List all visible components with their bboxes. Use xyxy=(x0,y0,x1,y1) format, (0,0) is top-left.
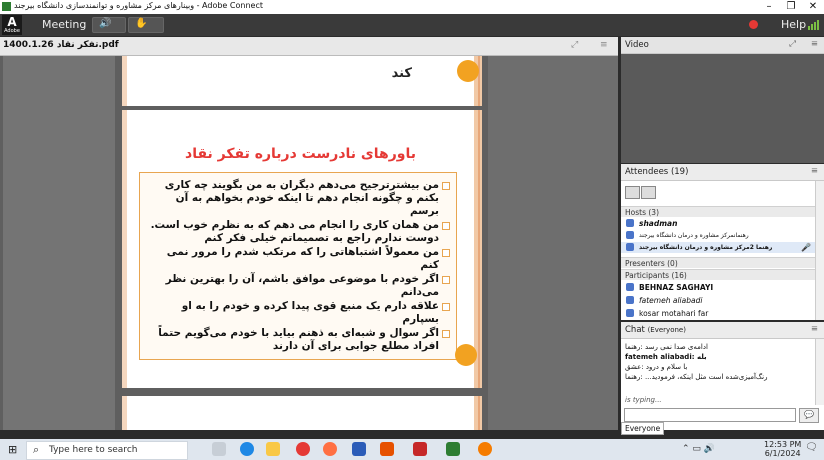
attendee-row[interactable]: fatemeh aliabadi xyxy=(621,295,816,306)
participant-icon xyxy=(626,309,634,317)
adobe-logo: A Adobe xyxy=(2,15,22,35)
search-icon: ⌕ xyxy=(33,443,40,456)
raise-hand-icon: ✋ xyxy=(135,18,148,29)
chat-tab-everyone[interactable]: Everyone xyxy=(621,422,665,435)
pod-menu-icon[interactable]: ≡ xyxy=(600,40,608,50)
windows-taskbar: ⊞ ⌕ Type here to search ⌃ ▭ 🔊 12:53 PM 6… xyxy=(0,439,824,460)
video-pod-title: Video xyxy=(625,40,649,50)
adobe-connect-taskbar-icon[interactable] xyxy=(446,442,460,456)
chat-messages: ادامه‌ی صدا نمی ‌رسد :رهنما fatemeh alia… xyxy=(625,342,811,382)
clock[interactable]: 12:53 PM 6/1/2024 xyxy=(764,440,801,458)
attendee-row[interactable]: رهنمانمرکز مشاوره و درمان دانشگاه بیرجند xyxy=(621,230,816,241)
host-icon xyxy=(626,219,634,227)
participant-icon xyxy=(626,296,634,304)
chat-input[interactable] xyxy=(624,408,796,422)
hosts-group[interactable]: Hosts (3) xyxy=(621,206,816,217)
document-page: باورهای نادرست درباره تفکر نقاد من بیشتر… xyxy=(122,110,482,388)
acrobat-icon[interactable] xyxy=(413,442,427,456)
speaker-icon: 🔊 xyxy=(99,18,112,29)
close-button[interactable]: ✕ xyxy=(802,0,824,14)
chat-title: Chat (Everyone) xyxy=(625,325,686,335)
chat-scrollbar[interactable] xyxy=(815,339,824,405)
speaker-button[interactable]: 🔊 xyxy=(92,17,126,33)
search-placeholder: Type here to search xyxy=(49,445,138,455)
powerpoint-icon[interactable] xyxy=(380,442,394,456)
participant-icon xyxy=(626,283,634,291)
file-explorer-icon[interactable] xyxy=(266,442,280,456)
chat-message: رنگ‌آمیزی‌شده است مثل اینکه، فرمودید... … xyxy=(625,373,768,381)
attendees-pod-header: Attendees (19) ≡ xyxy=(621,164,824,181)
edge-icon[interactable] xyxy=(240,442,254,456)
window-title: وبینارهای مرکز مشاوره و توانمندسازی دانش… xyxy=(14,1,263,10)
chat-pod-header: Chat (Everyone) ≡ xyxy=(621,322,824,339)
chat-message: fatemeh aliabadi: بله xyxy=(625,353,707,361)
minimize-button[interactable]: – xyxy=(758,0,780,14)
slide-title: باورهای نادرست درباره تفکر نقاد xyxy=(185,146,416,162)
attendee-row[interactable]: رهنما 2مرکز مشاوره و درمان دانشگاه بیرجن… xyxy=(621,242,816,253)
pod-menu-icon[interactable]: ≡ xyxy=(811,39,818,49)
firefox-icon[interactable] xyxy=(323,442,337,456)
meeting-menu[interactable]: Meeting xyxy=(42,18,86,31)
system-tray[interactable]: ⌃ ▭ 🔊 xyxy=(682,444,715,454)
word-icon[interactable] xyxy=(352,442,366,456)
page-text: کند xyxy=(391,66,412,81)
pod-menu-icon[interactable]: ≡ xyxy=(811,324,818,334)
menu-bar: A Adobe Meeting 🔊 ✋ Help xyxy=(0,14,824,36)
document-page xyxy=(122,396,482,430)
attendee-row[interactable]: kosar motahari far xyxy=(621,308,816,318)
orange-circle-icon xyxy=(455,344,477,366)
video-pod: Video ⤢ ≡ xyxy=(621,37,824,163)
attendee-row[interactable]: BEHNAZ SAGHAYI xyxy=(621,282,816,293)
notifications-icon[interactable]: 🗨 xyxy=(805,442,818,453)
chat-message: با سلام و درود :عشق xyxy=(625,363,688,371)
viewer-margin-right xyxy=(488,56,618,430)
status-button[interactable]: ✋ xyxy=(128,17,164,33)
taskbar-search[interactable]: ⌕ Type here to search xyxy=(26,441,188,460)
chat-message: ادامه‌ی صدا نمی ‌رسد :رهنما xyxy=(625,343,708,351)
connection-strength-icon xyxy=(808,19,820,30)
document-page: کند xyxy=(122,56,482,106)
mic-muted-icon: 🎤 xyxy=(801,243,811,252)
fullscreen-icon[interactable]: ⤢ xyxy=(571,40,578,50)
window-title-bar: وبینارهای مرکز مشاوره و توانمندسازی دانش… xyxy=(0,0,824,14)
recording-icon[interactable] xyxy=(749,20,758,29)
chat-pod: Chat (Everyone) ≡ ادامه‌ی صدا نمی ‌رسد :… xyxy=(621,322,824,435)
slide-bullet: علاقه دارم یک منبع قوی پیدا کرده و خودم … xyxy=(150,300,450,326)
attendee-view-toggle[interactable] xyxy=(625,186,657,202)
slide-bullet: اگر خودم با موضوعی موافق باشم، آن را بهت… xyxy=(150,273,450,299)
windows-start-icon[interactable]: ⊞ xyxy=(8,443,17,456)
send-icon: 💬 xyxy=(804,410,814,419)
attendees-title: Attendees (19) xyxy=(625,167,689,177)
list-view-icon[interactable] xyxy=(625,186,640,199)
task-view-icon[interactable] xyxy=(212,442,226,456)
viewer-margin-left xyxy=(3,56,115,430)
adobe-connect-app-icon xyxy=(2,2,11,11)
share-pod-header: 1400.1.26 تفکر نقاد.pdf ⤢ ≡ xyxy=(0,37,618,56)
slide-bullet: من بیشترترجیح می‌دهم دیگران به من بگویند… xyxy=(150,179,450,218)
send-message-button[interactable]: 💬 xyxy=(799,408,819,423)
host-icon xyxy=(626,231,634,239)
maximize-button[interactable]: ❐ xyxy=(780,0,802,14)
presenters-group[interactable]: Presenters (0) xyxy=(621,257,816,268)
typing-indicator: is typing... xyxy=(625,396,662,404)
help-menu[interactable]: Help xyxy=(781,18,806,31)
slide-content-box: من بیشترترجیح می‌دهم دیگران به من بگویند… xyxy=(139,172,457,360)
attendees-pod: Attendees (19) ≡ Hosts (3) shadman رهنما… xyxy=(621,164,824,320)
participants-group[interactable]: Participants (16) xyxy=(621,269,816,280)
host-icon xyxy=(626,243,634,251)
fullscreen-icon[interactable]: ⤢ xyxy=(789,39,796,49)
chrome-icon[interactable] xyxy=(296,442,310,456)
slide-bullet: اگر سوال و شبه‌ای به ذهنم بیاید با خودم … xyxy=(150,327,450,353)
pod-menu-icon[interactable]: ≡ xyxy=(811,166,818,176)
video-pod-header: Video ⤢ ≡ xyxy=(621,37,824,54)
attendees-scrollbar[interactable] xyxy=(815,181,824,320)
orange-circle-icon xyxy=(457,60,479,82)
slide-bullet: من معمولاً اشتباهاتی را که مرتکب شدم را … xyxy=(150,246,450,272)
slide-bullet: من همان کاری را انجام می دهم که به نظرم … xyxy=(150,219,450,245)
attendee-row[interactable]: shadman xyxy=(621,218,816,229)
document-filename: 1400.1.26 تفکر نقاد.pdf xyxy=(3,40,119,50)
slide-bullet-list: من بیشترترجیح می‌دهم دیگران به من بگویند… xyxy=(150,179,450,354)
sort-icon[interactable] xyxy=(641,186,656,199)
app-icon[interactable] xyxy=(478,442,492,456)
